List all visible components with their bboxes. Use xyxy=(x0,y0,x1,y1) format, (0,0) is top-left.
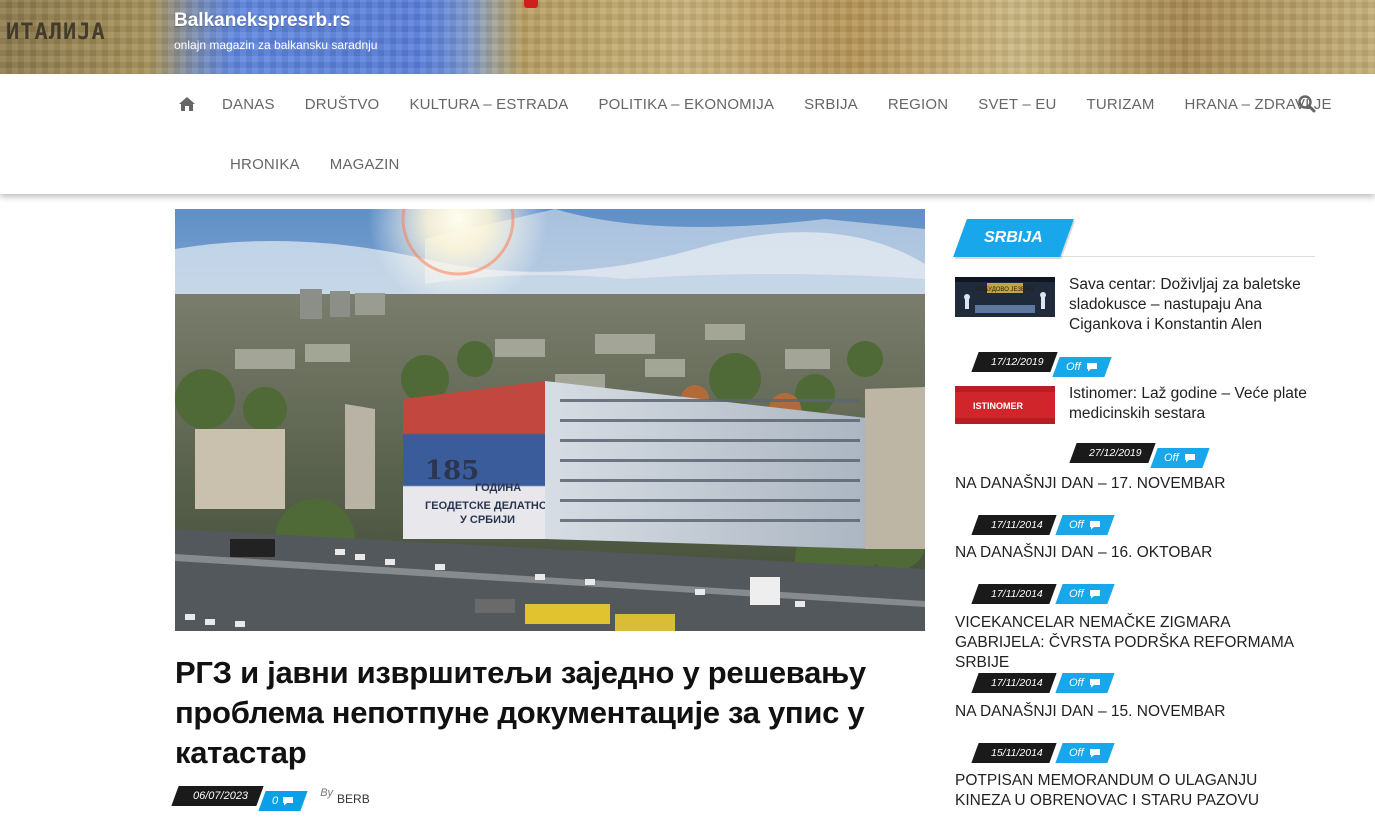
post-comments-badge[interactable]: Off xyxy=(1149,448,1209,468)
comment-icon xyxy=(1086,363,1097,372)
sidebar-post-meta: 17/11/2014 Off xyxy=(971,505,1115,535)
nav-item-srbija[interactable]: SRBIJA xyxy=(789,74,873,134)
featured-article-title[interactable]: РГЗ и јавни извршитељи заједно у решевањ… xyxy=(175,653,875,773)
nav-item-region[interactable]: REGION xyxy=(873,74,963,134)
nav-row-1: DANAS DRUŠTVO KULTURA – ESTRADA POLITIKA… xyxy=(175,74,1347,134)
sidebar-post-title[interactable]: Istinomer: Laž godine – Veće plate medic… xyxy=(1069,384,1315,424)
site-tagline: onlajn magazin za balkansku saradnju xyxy=(174,38,378,52)
header-banner: ИТАЛИЈА Balkanekspresrb.rs onlajn magazi… xyxy=(0,0,1375,74)
mural-number: 185 xyxy=(425,456,479,486)
sidebar-post-meta: 17/11/2014 Off xyxy=(971,663,1115,693)
search-icon[interactable] xyxy=(1297,94,1317,114)
sidebar-post-meta: 17/11/2014 Off xyxy=(971,574,1115,604)
widget-title-srbija[interactable]: SRBIJA xyxy=(953,219,1074,257)
nav-item-magazin[interactable]: MAGAZIN xyxy=(315,134,415,194)
sidebar-post-title[interactable]: Sava centar: Doživljaj za baletske slado… xyxy=(1069,275,1315,335)
sidebar-post-meta: 17/12/2019 Off xyxy=(971,347,1111,377)
mural-line-1: ГОДИНА xyxy=(475,482,521,494)
post-date-badge: 17/11/2014 xyxy=(971,515,1057,535)
sidebar-text-post-title[interactable]: NA DANAŠNJI DAN – 17. NOVEMBAR xyxy=(955,474,1315,494)
sidebar-post-meta: 27/12/2019 Off xyxy=(1069,438,1209,468)
istinomer-logo-text: ISTINOMER xyxy=(973,401,1024,411)
post-comments-badge[interactable]: Off xyxy=(1055,584,1115,604)
nav-item-svet-eu[interactable]: SVET – EU xyxy=(963,74,1071,134)
comment-icon xyxy=(1089,679,1100,688)
nav-item-drustvo[interactable]: DRUŠTVO xyxy=(290,74,395,134)
banner-map-marker xyxy=(524,0,538,8)
widget-header: SRBIJA xyxy=(953,219,1315,257)
sidebar-text-post-title[interactable]: POTPISAN MEMORANDUM O ULAGANJU KINEZA U … xyxy=(955,771,1315,811)
featured-article-image[interactable]: 185 ГОДИНА ГЕОДЕТСКЕ ДЕЛАТНОСТИ У СРБИЈИ xyxy=(175,209,925,631)
post-thumbnail-istinomer[interactable]: ISTINOMER xyxy=(955,386,1055,424)
istinomer-logo-image: ISTINOMER xyxy=(955,386,1055,424)
post-date-badge: 17/12/2019 xyxy=(971,352,1058,372)
post-date-badge: 27/12/2019 xyxy=(1069,443,1156,463)
ballet-poster-image: ЛАБУДОВО ЈЕЗЕРО xyxy=(955,277,1055,317)
post-date-badge: 17/11/2014 xyxy=(971,673,1057,693)
author-link[interactable]: BERB xyxy=(337,792,370,806)
featured-article-meta: 06/07/2023 0 By BERB xyxy=(171,783,370,811)
post-comments-badge[interactable]: Off xyxy=(1051,357,1111,377)
city-aerial-photo: 185 ГОДИНА ГЕОДЕТСКЕ ДЕЛАТНОСТИ У СРБИЈИ xyxy=(175,209,925,631)
main-navigation: DANAS DRUŠTVO KULTURA – ESTRADA POLITIKA… xyxy=(0,74,1375,194)
nav-item-danas[interactable]: DANAS xyxy=(207,74,290,134)
post-date-badge: 15/11/2014 xyxy=(971,743,1057,763)
nav-item-politika-ekonomija[interactable]: POLITIKA – EKONOMIJA xyxy=(583,74,789,134)
post-date-badge: 17/11/2014 xyxy=(971,584,1057,604)
featured-date-badge: 06/07/2023 xyxy=(171,786,264,806)
featured-comments-badge[interactable]: 0 xyxy=(258,791,308,811)
sidebar: SRBIJA ЛАБУДОВО ЈЕЗЕРО Sava centar: Doži… xyxy=(953,219,1315,809)
nav-item-hronika[interactable]: HRONIKA xyxy=(215,134,315,194)
sidebar-text-post-title[interactable]: NA DANAŠNJI DAN – 16. OKTOBAR xyxy=(955,543,1315,563)
post-comments-badge[interactable]: Off xyxy=(1055,673,1115,693)
nav-home-link[interactable] xyxy=(175,74,207,134)
nav-item-turizam[interactable]: TURIZAM xyxy=(1071,74,1169,134)
nav-item-hrana-zdravlje[interactable]: HRANA – ZDRAVLJE xyxy=(1170,74,1347,134)
post-comments-badge[interactable]: Off xyxy=(1055,743,1115,763)
sidebar-post-meta: 15/11/2014 Off xyxy=(971,733,1115,763)
home-icon xyxy=(179,97,195,111)
comment-icon xyxy=(283,797,294,806)
nav-item-kultura-estrada[interactable]: KULTURA – ESTRADA xyxy=(394,74,583,134)
banner-map-label: ИТАЛИЈА xyxy=(6,20,106,45)
nav-row-2: HRONIKA MAGAZIN xyxy=(215,134,415,194)
sidebar-text-post-title[interactable]: NA DANAŠNJI DAN – 15. NOVEMBAR xyxy=(955,702,1315,722)
comment-icon xyxy=(1089,749,1100,758)
post-thumbnail-ballet[interactable]: ЛАБУДОВО ЈЕЗЕРО xyxy=(955,277,1055,317)
comment-icon xyxy=(1089,521,1100,530)
by-label: By xyxy=(320,787,334,799)
site-title-link[interactable]: Balkanekspresrb.rs xyxy=(174,10,350,32)
comment-icon xyxy=(1089,590,1100,599)
post-comments-badge[interactable]: Off xyxy=(1055,515,1115,535)
ballet-poster-title: ЛАБУДОВО ЈЕЗЕРО xyxy=(976,287,1034,293)
mural-line-3: У СРБИЈИ xyxy=(460,514,515,526)
comment-icon xyxy=(1184,454,1195,463)
